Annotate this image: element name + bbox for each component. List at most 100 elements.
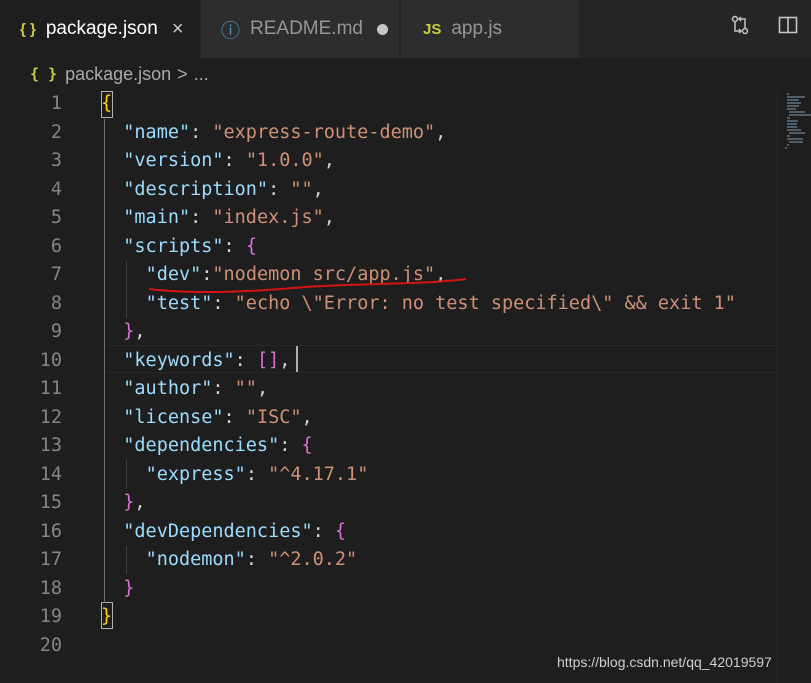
code-line[interactable]: 17 "nodemon": "^2.0.2" [0,546,811,575]
code-line[interactable]: 3 "version": "1.0.0", [0,147,811,176]
close-icon[interactable]: × [172,18,184,41]
line-code: }, [101,318,146,347]
minimap-line [787,117,790,119]
code-token: "^4.17.1" [268,463,369,485]
code-token: : [223,150,246,171]
code-line[interactable]: 13 "dependencies": { [0,432,811,461]
tab-label: README.md [250,18,363,39]
code-token: "1.0.0" [245,150,324,171]
code-token: "ISC" [245,406,302,428]
code-token: "name" [123,121,191,143]
code-token: "index.js" [212,207,324,228]
red-underline-annotation [148,278,467,294]
code-token: : [268,178,291,200]
line-number: 19 [39,606,62,627]
code-token: "express" [145,463,246,485]
code-line[interactable]: 16 "devDependencies": { [0,518,811,547]
line-code: } [101,603,112,632]
code-token: "nodemon" [145,549,246,570]
code-editor[interactable]: 1{2 "name": "express-route-demo", 3 "vers… [0,90,811,683]
line-code: "devDependencies": { [101,518,346,547]
minimap-line [787,96,805,98]
code-line[interactable]: 5 "main": "index.js", [0,204,811,233]
minimap-line [789,132,805,134]
code-token: "" [290,178,313,200]
code-token: { [301,435,313,456]
code-line[interactable]: 12 "license": "ISC", [0,404,811,433]
code-line[interactable]: 6 "scripts": { [0,233,811,262]
code-token: , [134,321,146,342]
line-code: "keywords": [], [101,347,290,376]
open-changes-icon[interactable] [729,14,751,41]
minimap-line [787,123,797,125]
watermark-url: https://blog.csdn.net/qq_42019597 [557,654,772,670]
code-token: : [245,463,269,485]
line-number: 6 [50,235,62,257]
line-number: 9 [50,321,62,342]
line-code: "express": "^4.17.1" [101,461,369,490]
code-token: , [134,492,146,513]
minimap-line [787,120,798,122]
code-token: "license" [123,406,224,428]
code-token: , [256,378,269,399]
code-token: "scripts" [123,235,224,257]
code-token: : [279,435,302,456]
minimap-line [787,129,801,131]
line-number: 1 [50,93,62,114]
code-token: "devDependencies" [123,520,313,542]
code-line[interactable]: 10 "keywords": [], [0,347,811,376]
minimap-line [787,105,799,107]
breadcrumb-file[interactable]: package.json [65,64,171,85]
breadcrumb-more[interactable]: ... [194,64,209,85]
code-token: "version" [123,150,224,171]
minimap-line [789,141,803,143]
line-number: 15 [39,492,62,513]
code-line[interactable]: 2 "name": "express-route-demo", [0,119,811,148]
code-line[interactable]: 14 "express": "^4.17.1" [0,461,811,490]
code-line[interactable]: 19} [0,603,811,632]
code-token: : [223,406,246,428]
code-line[interactable]: 4 "description": "", [0,176,811,205]
tab-readme-md[interactable]: ⓘ README.md [201,0,399,58]
tab-app-js[interactable]: JS app.js [401,0,578,58]
line-number: 17 [39,549,62,570]
code-line[interactable]: 15 }, [0,489,811,518]
code-token: "keywords" [123,349,235,371]
code-token: "main" [123,207,191,228]
minimap-line [787,108,796,110]
text-cursor [296,346,298,372]
split-editor-icon[interactable] [777,14,799,41]
js-file-icon: JS [423,20,442,38]
minimap-line [787,93,789,95]
code-line[interactable]: 18 } [0,575,811,604]
code-token: [] [256,349,280,371]
code-line[interactable]: 9 }, [0,318,811,347]
minimap-line [787,138,803,140]
code-token: } [123,321,135,342]
minimap[interactable] [777,90,811,683]
code-token: : [223,235,246,257]
code-line[interactable]: 11 "author": "", [0,375,811,404]
code-token: "dependencies" [123,435,280,456]
line-number: 3 [50,150,62,171]
line-code: "license": "ISC", [101,404,312,433]
unsaved-dot-icon[interactable] [376,23,388,35]
code-token: { [245,235,257,257]
tab-package-json[interactable]: { } package.json × [0,0,200,58]
minimap-line [787,102,801,104]
code-token: "" [234,378,257,399]
tab-bar: { } package.json × ⓘ README.md JS app.js [0,0,811,58]
code-token: , [323,150,335,171]
line-code: "dependencies": { [101,432,313,461]
line-code: "nodemon": "^2.0.2" [101,546,358,575]
code-line[interactable]: 1{ [0,90,811,119]
minimap-line [787,99,799,101]
